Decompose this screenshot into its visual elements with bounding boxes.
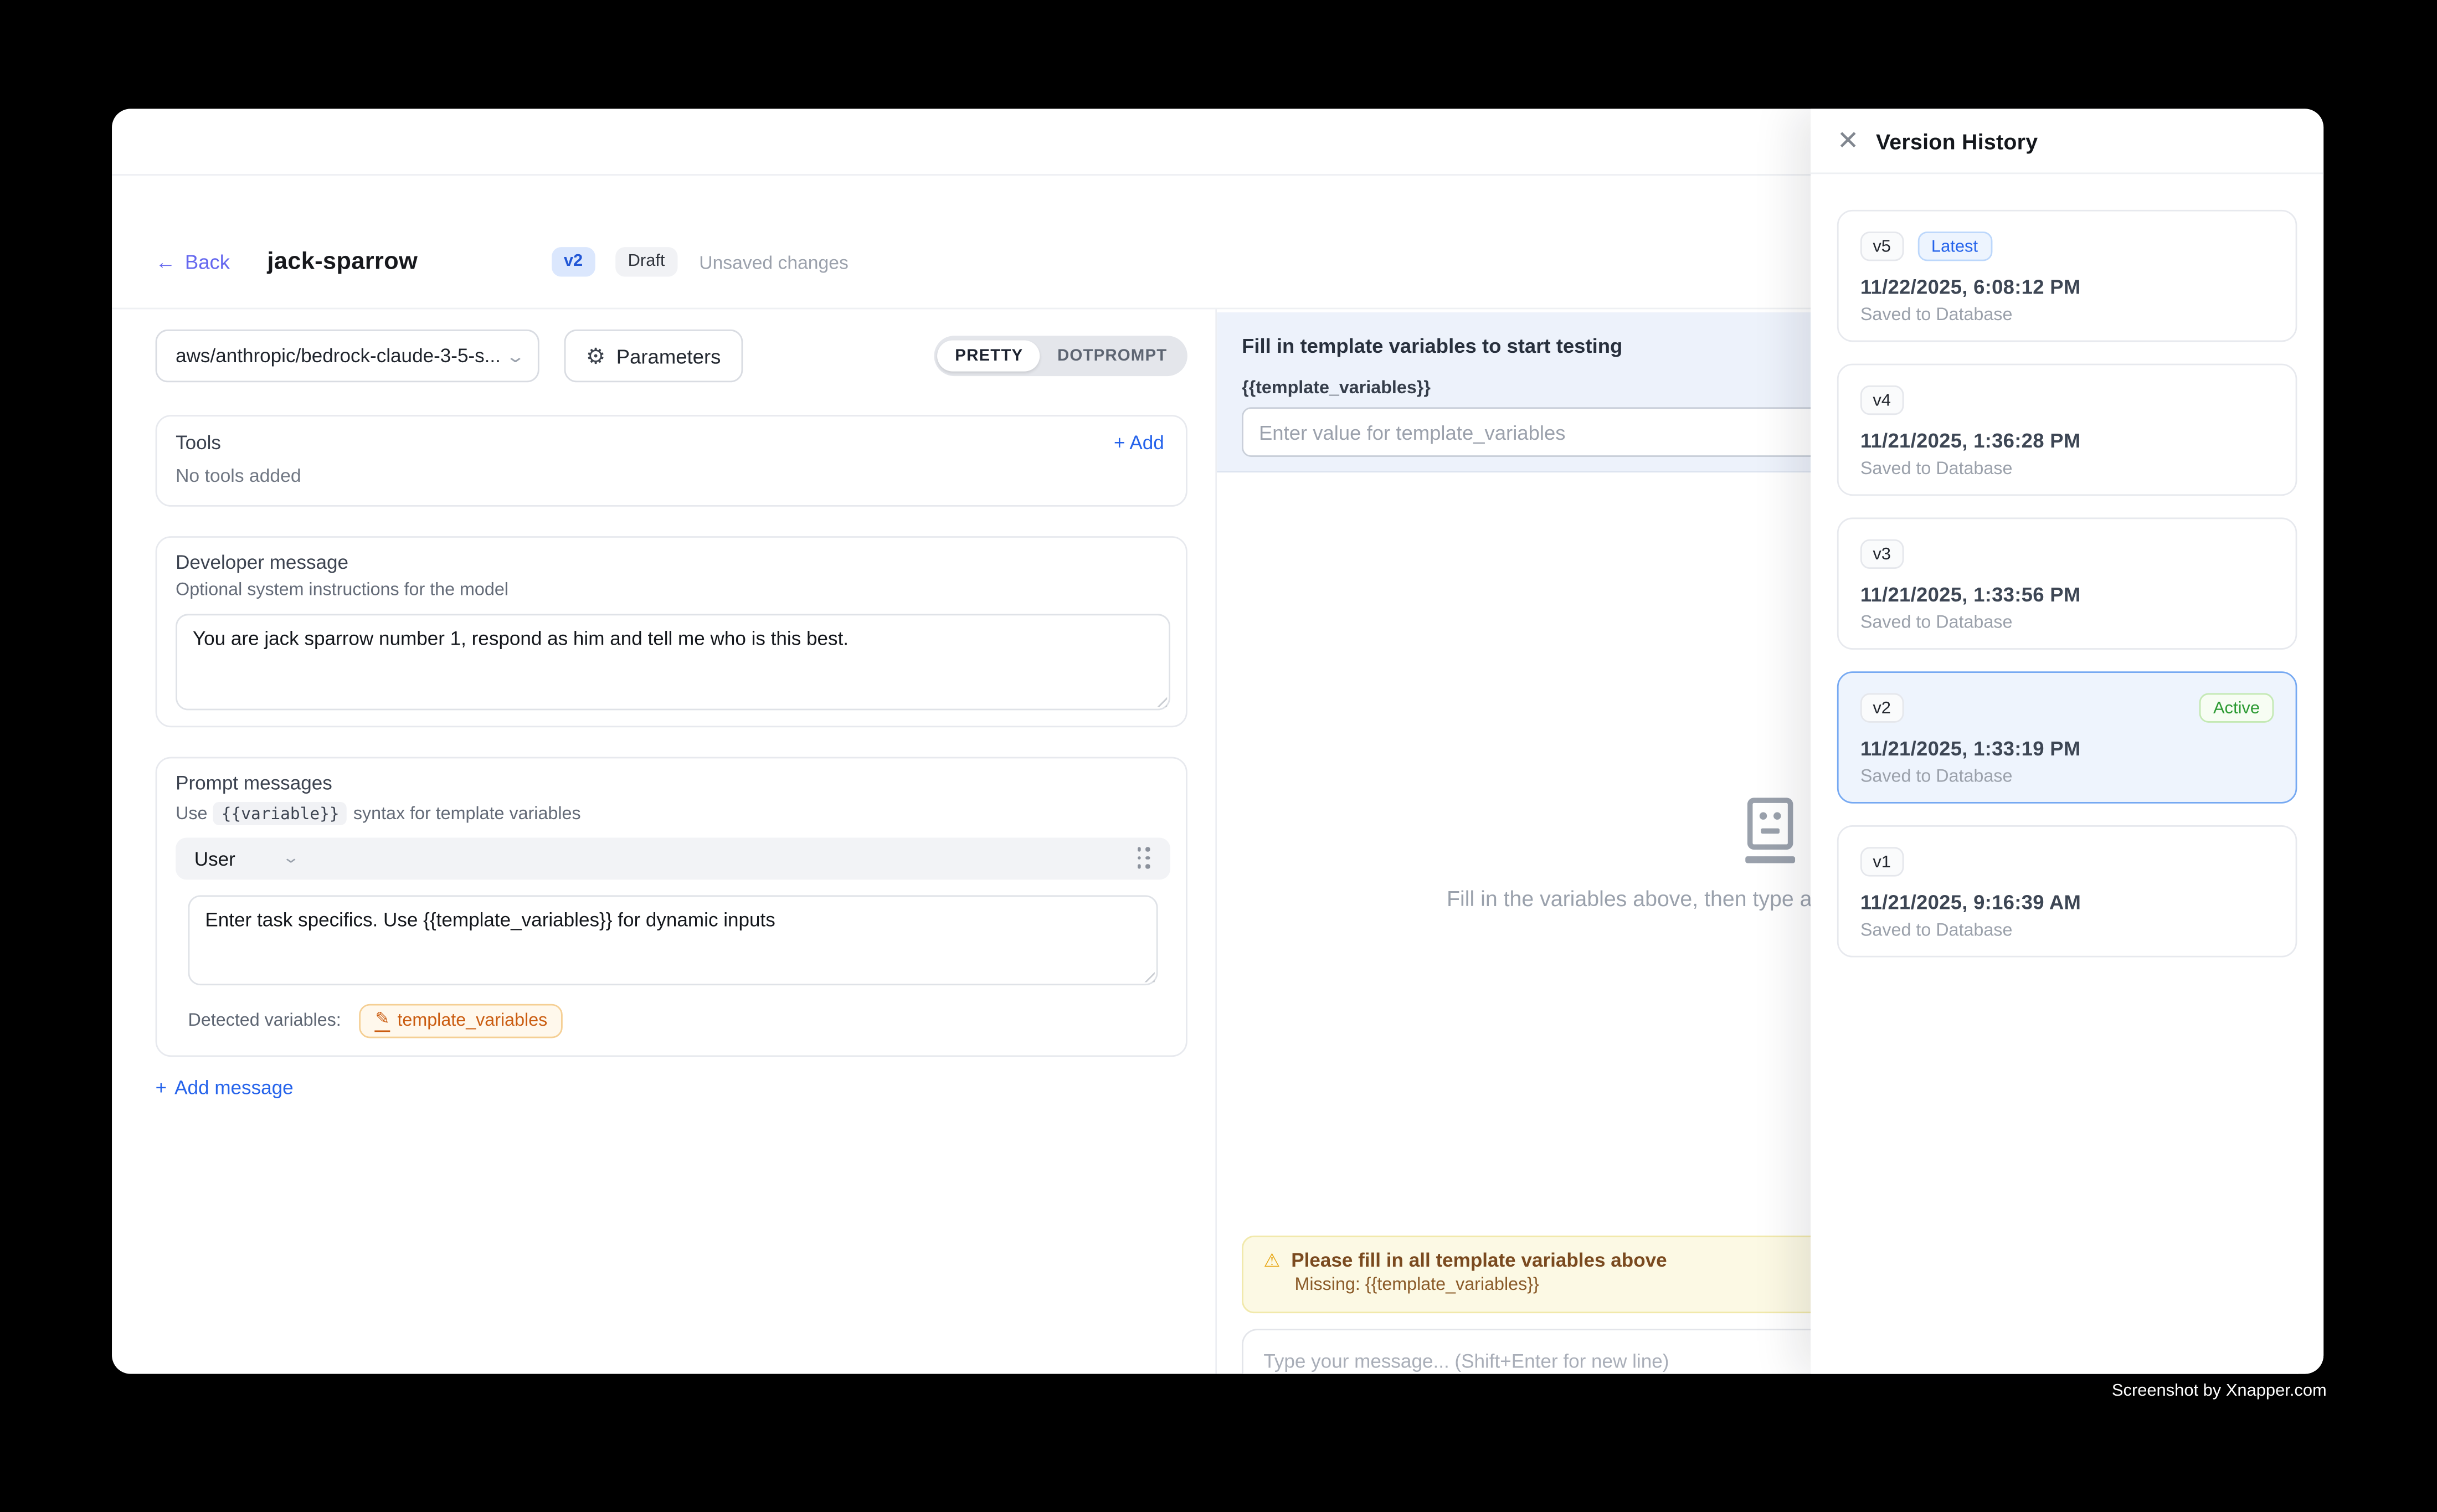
role-chevron-down-icon[interactable]: ⌄ <box>282 850 301 867</box>
parameters-label: Parameters <box>616 344 721 368</box>
latest-badge: Latest <box>1917 232 1992 261</box>
version-card-v4[interactable]: v4 11/21/2025, 1:36:28 PM Saved to Datab… <box>1837 364 2297 496</box>
back-label: Back <box>185 250 230 274</box>
back-button[interactable]: ← Back <box>156 250 230 274</box>
plus-icon: + <box>156 1077 167 1099</box>
screenshot-stage: ← Back jack-sparrow v2 Draft Unsaved cha… <box>0 0 2437 1512</box>
warning-title: Please fill in all template variables ab… <box>1291 1249 1667 1271</box>
version-status: Saved to Database <box>1860 306 2274 325</box>
version-card-v5[interactable]: v5 Latest 11/22/2025, 6:08:12 PM Saved t… <box>1837 210 2297 342</box>
version-badge: v2 <box>551 247 595 277</box>
developer-message-card: Developer message Optional system instru… <box>156 536 1187 727</box>
version-timestamp: 11/22/2025, 6:08:12 PM <box>1860 275 2274 299</box>
version-list: v5 Latest 11/22/2025, 6:08:12 PM Saved t… <box>1811 174 2323 957</box>
version-timestamp: 11/21/2025, 1:33:19 PM <box>1860 737 2274 760</box>
warning-triangle-icon: ⚠ <box>1263 1251 1280 1270</box>
tab-dotprompt[interactable]: DOTPROMPT <box>1040 341 1184 372</box>
version-timestamp: 11/21/2025, 1:33:56 PM <box>1860 583 2274 606</box>
developer-message-textarea[interactable]: You are jack sparrow number 1, respond a… <box>176 614 1170 710</box>
parameters-button[interactable]: ⚙ Parameters <box>564 330 743 382</box>
version-timestamp: 11/21/2025, 1:36:28 PM <box>1860 429 2274 452</box>
gear-icon: ⚙ <box>586 343 605 369</box>
robot-icon <box>1744 796 1796 865</box>
tools-card: Tools + Add No tools added <box>156 415 1187 507</box>
version-card-v3[interactable]: v3 11/21/2025, 1:33:56 PM Saved to Datab… <box>1837 517 2297 650</box>
prompt-messages-title: Prompt messages <box>176 773 1170 794</box>
version-number-badge: v2 <box>1860 693 1904 723</box>
version-status: Saved to Database <box>1860 922 2274 940</box>
version-card-v2-active[interactable]: v2 Active 11/21/2025, 1:33:19 PM Saved t… <box>1837 671 2297 804</box>
prompt-message-block: User ⌄ Enter task specifics. Use {{templ… <box>176 837 1170 1038</box>
page-title: jack-sparrow <box>267 248 418 276</box>
version-card-v1[interactable]: v1 11/21/2025, 9:16:39 AM Saved to Datab… <box>1837 825 2297 958</box>
chevron-down-icon: ⌄ <box>505 346 525 366</box>
model-select[interactable]: aws/anthropic/bedrock-claude-3-5-s... ⌄ <box>156 330 539 382</box>
user-message-textarea[interactable]: Enter task specifics. Use {{template_var… <box>188 895 1158 985</box>
unsaved-changes-label: Unsaved changes <box>699 251 849 272</box>
version-timestamp: 11/21/2025, 9:16:39 AM <box>1860 891 2274 914</box>
plus-icon: + <box>1114 432 1125 454</box>
template-variable-chip[interactable]: ✎ template_variables <box>359 1004 563 1038</box>
developer-message-subtitle: Optional system instructions for the mod… <box>176 581 1170 600</box>
model-select-value: aws/anthropic/bedrock-claude-3-5-s... <box>176 345 508 367</box>
prompt-editor-column: aws/anthropic/bedrock-claude-3-5-s... ⌄ … <box>112 309 1217 1374</box>
drag-handle-icon[interactable] <box>1137 847 1152 870</box>
pencil-icon: ✎ <box>376 1011 390 1031</box>
draft-badge: Draft <box>615 247 677 277</box>
detected-variables-label: Detected variables: <box>188 1012 341 1031</box>
add-message-button[interactable]: + Add message <box>156 1077 1187 1099</box>
add-tool-button[interactable]: + Add <box>1114 432 1164 454</box>
watermark-text: Screenshot by Xnapper.com <box>2112 1382 2327 1401</box>
version-history-title: Version History <box>1876 128 2038 153</box>
role-select-value: User <box>194 848 235 870</box>
prompt-messages-card: Prompt messages Use {{variable}} syntax … <box>156 757 1187 1057</box>
version-status: Saved to Database <box>1860 614 2274 632</box>
version-status: Saved to Database <box>1860 768 2274 786</box>
tools-empty-state: No tools added <box>176 465 1164 486</box>
version-number-badge: v5 <box>1860 232 1904 261</box>
view-mode-toggle: PRETTY DOTPROMPT <box>935 336 1187 376</box>
back-arrow-icon: ← <box>156 250 176 274</box>
developer-message-title: Developer message <box>176 552 1170 573</box>
detected-variables-row: Detected variables: ✎ template_variables <box>188 1004 1170 1038</box>
message-role-row: User ⌄ <box>176 837 1170 880</box>
version-number-badge: v3 <box>1860 539 1904 569</box>
version-history-panel: ✕ Version History v5 Latest 11/22/2025, … <box>1811 109 2323 1374</box>
tab-pretty[interactable]: PRETTY <box>938 341 1040 372</box>
tools-title: Tools <box>176 432 221 454</box>
variable-syntax-hint: Use {{variable}} syntax for template var… <box>176 802 1170 825</box>
active-badge: Active <box>2199 693 2274 723</box>
version-number-badge: v4 <box>1860 385 1904 415</box>
version-status: Saved to Database <box>1860 460 2274 479</box>
close-icon[interactable]: ✕ <box>1837 127 1859 154</box>
header-badges: v2 Draft Unsaved changes <box>551 247 848 277</box>
variable-code-chip: {{variable}} <box>214 802 347 825</box>
version-history-header: ✕ Version History <box>1811 109 2323 174</box>
version-number-badge: v1 <box>1860 847 1904 876</box>
model-toolbar: aws/anthropic/bedrock-claude-3-5-s... ⌄ … <box>156 330 1187 382</box>
